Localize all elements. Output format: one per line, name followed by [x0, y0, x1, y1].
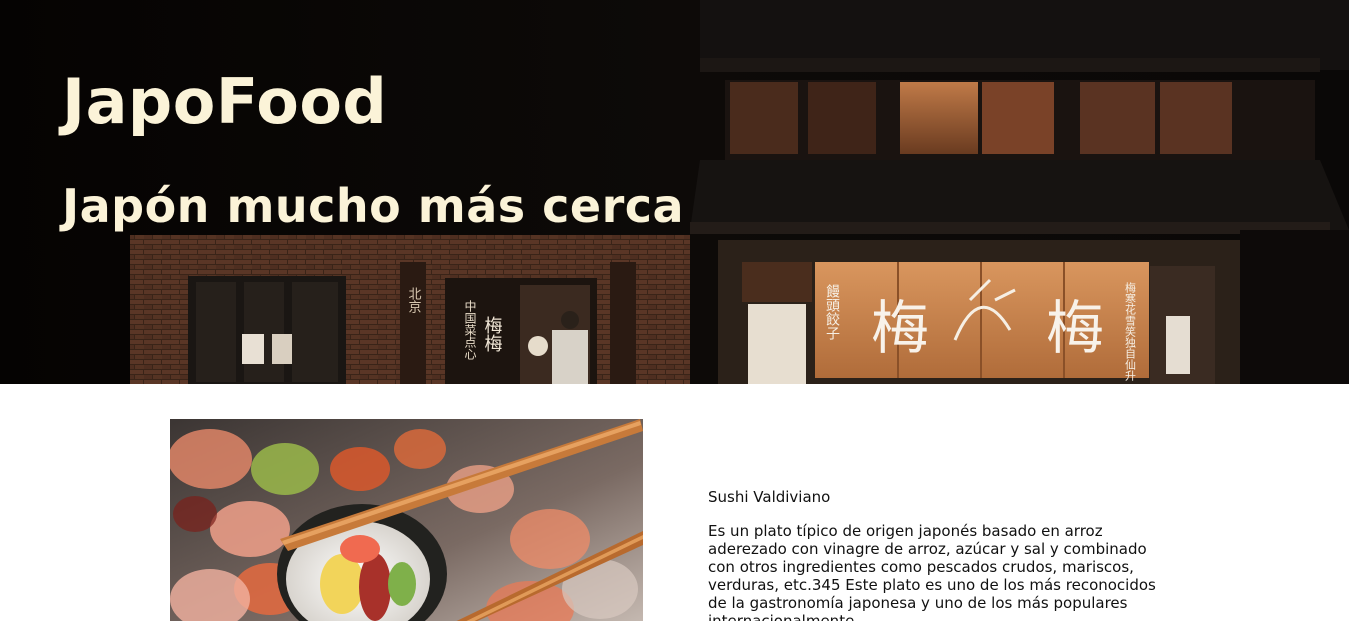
sign-door-text: 中国菜点心: [463, 299, 477, 360]
dish-description: Es un plato típico de origen japonés bas…: [708, 522, 1156, 621]
curtain-small-right-text: 梅寒花雪笑独自仙升: [1124, 281, 1137, 382]
hero-banner: 北京 中国菜点心 梅梅 饅頭餃子 梅 梅 梅寒花雪笑独自仙升 JapoFood …: [0, 0, 1349, 384]
sushi-photo: [170, 419, 643, 621]
dish-name: Sushi Valdiviano: [708, 488, 831, 506]
site-tagline: Japón mucho más cerca: [62, 179, 685, 233]
dish-info: Sushi Valdiviano Es un plato típico de o…: [708, 488, 1178, 621]
sign-left-text: 北京: [406, 287, 422, 313]
curtain-char-right: 梅: [1046, 294, 1104, 362]
curtain-char-left: 梅: [871, 294, 929, 362]
site-title: JapoFood: [62, 65, 388, 138]
main-content: Sushi Valdiviano Es un plato típico de o…: [0, 384, 1349, 621]
sign-door-right-text: 梅梅: [482, 316, 503, 353]
curtain-small-left-text: 饅頭餃子: [824, 283, 840, 340]
